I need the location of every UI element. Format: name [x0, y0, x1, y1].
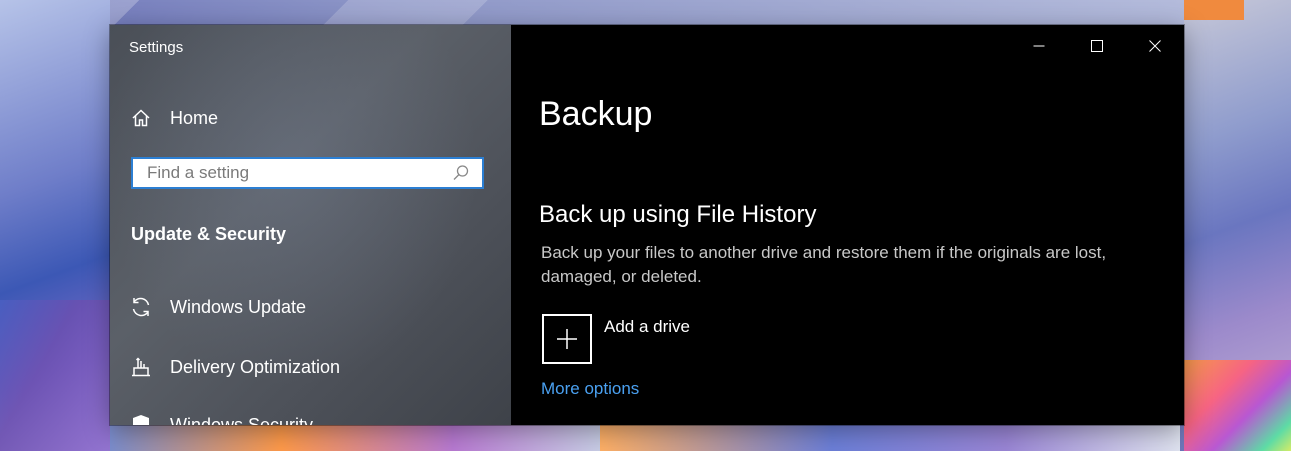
- minimize-icon: [1028, 35, 1050, 57]
- maximize-icon: [1086, 35, 1108, 57]
- wallpaper-block: [110, 425, 600, 451]
- search-icon[interactable]: [450, 162, 472, 184]
- plus-icon: [556, 328, 578, 350]
- sidebar-item-label: Windows Update: [170, 296, 307, 317]
- minimize-button[interactable]: [1010, 25, 1068, 67]
- delivery-icon: [130, 356, 152, 378]
- wallpaper-block: [0, 300, 110, 451]
- sidebar-item-windows-security[interactable]: Windows Security: [130, 411, 313, 425]
- wallpaper-block: [1184, 0, 1244, 20]
- wallpaper-block: [1184, 360, 1291, 451]
- wallpaper-block: [600, 425, 1180, 451]
- file-history-description: Back up your files to another drive and …: [541, 243, 1107, 286]
- add-drive-tile[interactable]: [542, 314, 592, 364]
- sidebar-item-label: Delivery Optimization: [170, 356, 341, 377]
- sync-icon: [130, 296, 152, 318]
- close-icon: [1144, 35, 1166, 57]
- sidebar-item-delivery-optimization[interactable]: Delivery Optimization: [130, 353, 340, 381]
- sidebar: Settings Home Update & Security: [110, 25, 511, 425]
- sidebar-item-label: Windows Security: [170, 414, 314, 426]
- window-controls: [1010, 25, 1184, 67]
- home-nav-item[interactable]: Home: [130, 105, 218, 131]
- main-content: Backup Back up using File History Back u…: [511, 25, 1184, 425]
- close-button[interactable]: [1126, 25, 1184, 67]
- more-options-link[interactable]: More options: [541, 379, 639, 399]
- settings-window: Settings Home Update & Security: [110, 25, 1184, 425]
- shield-icon: [130, 414, 152, 425]
- search-input[interactable]: [147, 163, 450, 183]
- maximize-button[interactable]: [1068, 25, 1126, 67]
- add-drive-label: Add a drive: [604, 317, 690, 336]
- app-title: Settings: [129, 39, 184, 56]
- sidebar-item-windows-update[interactable]: Windows Update: [130, 293, 306, 321]
- home-icon: [130, 107, 152, 129]
- page-title: Backup: [539, 95, 653, 133]
- add-drive-button[interactable]: Add a drive: [542, 314, 690, 364]
- section-heading: Update & Security: [131, 224, 287, 244]
- search-box[interactable]: [131, 157, 484, 189]
- home-label: Home: [170, 107, 219, 128]
- file-history-heading: Back up using File History: [539, 201, 817, 228]
